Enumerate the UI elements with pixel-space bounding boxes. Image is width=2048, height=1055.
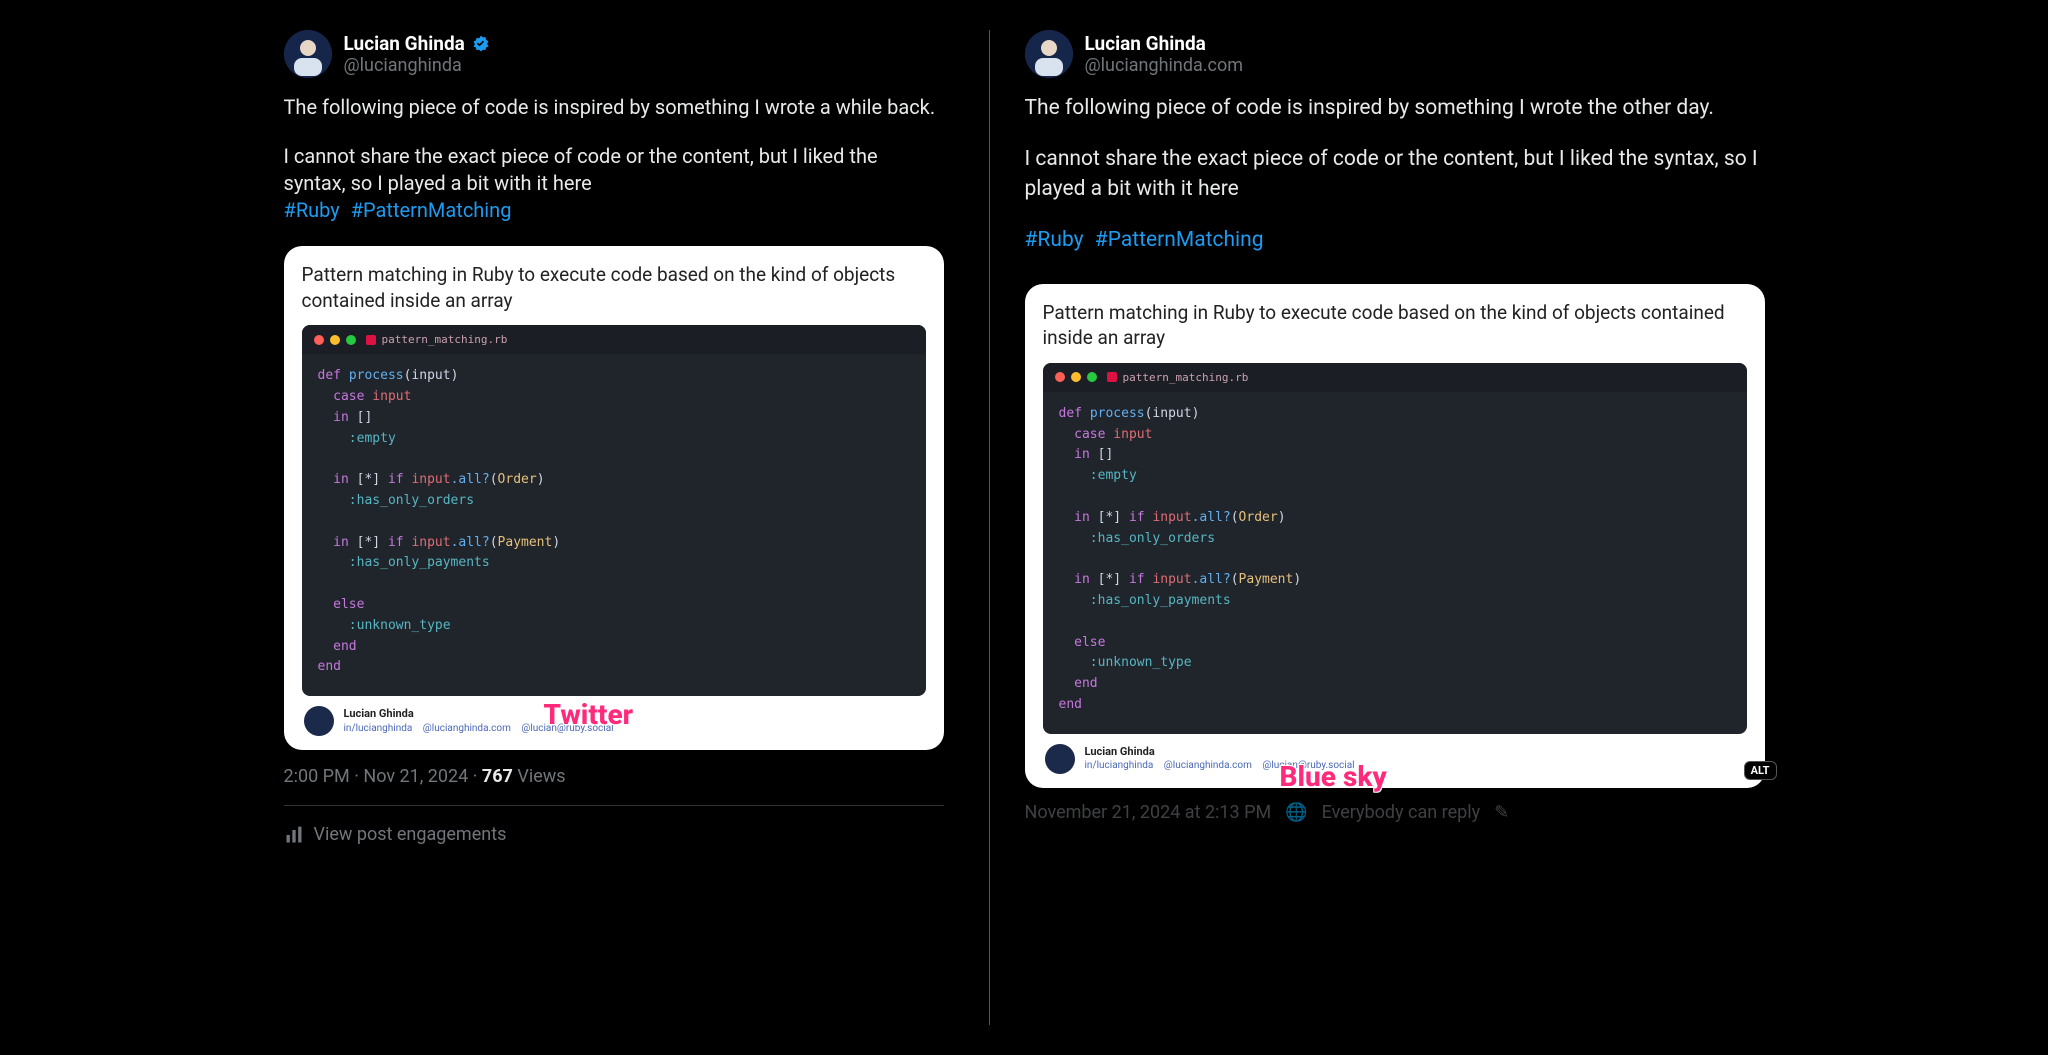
window-controls-icon — [1055, 372, 1097, 382]
card-title: Pattern matching in Ruby to execute code… — [1043, 300, 1747, 351]
hashtag-ruby[interactable]: #Ruby — [284, 198, 340, 222]
post-header[interactable]: Lucian Ghinda @lucianghinda — [284, 30, 944, 78]
edit-icon[interactable]: ✎ — [1494, 802, 1509, 823]
post-meta[interactable]: 2:00 PM · Nov 21, 2024 · 767 Views — [284, 766, 944, 787]
avatar[interactable] — [1025, 30, 1073, 78]
code-block: def process(input) case input in [] :emp… — [1043, 392, 1747, 734]
user-handle[interactable]: @lucianghinda.com — [1085, 55, 1244, 76]
mini-avatar — [1045, 744, 1075, 774]
platform-label-bluesky: Blue sky — [1280, 760, 1387, 793]
media-card[interactable]: Pattern matching in Ruby to execute code… — [284, 246, 944, 750]
post-time: 2:00 PM — [284, 766, 350, 787]
separator — [284, 805, 944, 806]
card-title: Pattern matching in Ruby to execute code… — [302, 262, 926, 313]
window-controls-icon — [314, 335, 356, 345]
paragraph-2: I cannot share the exact piece of code o… — [1025, 145, 1765, 204]
hashtag-patternmatching[interactable]: #PatternMatching — [1095, 228, 1264, 252]
card-author-name: Lucian Ghinda — [1085, 745, 1363, 760]
globe-icon: 🌐 — [1285, 802, 1307, 823]
view-engagements-button[interactable]: View post engagements — [284, 824, 944, 845]
post-body: The following piece of code is inspired … — [1025, 94, 1765, 278]
post-date: Nov 21, 2024 — [363, 766, 468, 787]
display-name[interactable]: Lucian Ghinda — [344, 32, 465, 55]
twitter-post: Lucian Ghinda @lucianghinda The followin… — [284, 30, 944, 1025]
post-meta: November 21, 2024 at 2:13 PM 🌐 Everybody… — [1025, 802, 1765, 823]
user-handle[interactable]: @lucianghinda — [344, 55, 491, 76]
code-editor: pattern_matching.rb def process(input) c… — [302, 325, 926, 696]
analytics-icon — [284, 825, 304, 845]
views-label: Views — [513, 766, 566, 787]
code-block: def process(input) case input in [] :emp… — [302, 354, 926, 696]
code-editor: pattern_matching.rb def process(input) c… — [1043, 363, 1747, 734]
card-footer: Lucian Ghinda in/lucianghinda @lucianghi… — [1043, 734, 1747, 780]
hashtag-patternmatching[interactable]: #PatternMatching — [351, 198, 512, 222]
site-link: @lucianghinda.com — [1164, 760, 1252, 771]
mini-avatar — [304, 706, 334, 736]
column-divider — [989, 30, 990, 1025]
reply-policy[interactable]: Everybody can reply — [1322, 802, 1481, 823]
hashtag-ruby[interactable]: #Ruby — [1025, 228, 1084, 252]
linkedin-link: in/lucianghinda — [344, 723, 413, 734]
site-link: @lucianghinda.com — [423, 723, 511, 734]
post-header[interactable]: Lucian Ghinda @lucianghinda.com — [1025, 30, 1765, 78]
paragraph-1: The following piece of code is inspired … — [1025, 94, 1765, 123]
filename: pattern_matching.rb — [1107, 371, 1249, 384]
display-name[interactable]: Lucian Ghinda — [1085, 32, 1206, 55]
post-datetime[interactable]: November 21, 2024 at 2:13 PM — [1025, 802, 1272, 823]
verified-badge-icon — [471, 34, 491, 54]
paragraph-2: I cannot share the exact piece of code o… — [284, 144, 878, 195]
filename: pattern_matching.rb — [366, 333, 508, 346]
paragraph-1: The following piece of code is inspired … — [284, 94, 944, 121]
media-card[interactable]: Pattern matching in Ruby to execute code… — [1025, 284, 1765, 788]
avatar[interactable] — [284, 30, 332, 78]
post-body: The following piece of code is inspired … — [284, 94, 944, 246]
platform-label-twitter: Twitter — [544, 698, 634, 731]
bluesky-post: Lucian Ghinda @lucianghinda.com The foll… — [1025, 30, 1765, 1025]
linkedin-link: in/lucianghinda — [1085, 760, 1154, 771]
views-count: 767 — [482, 766, 513, 787]
alt-badge[interactable]: ALT — [1744, 761, 1777, 780]
